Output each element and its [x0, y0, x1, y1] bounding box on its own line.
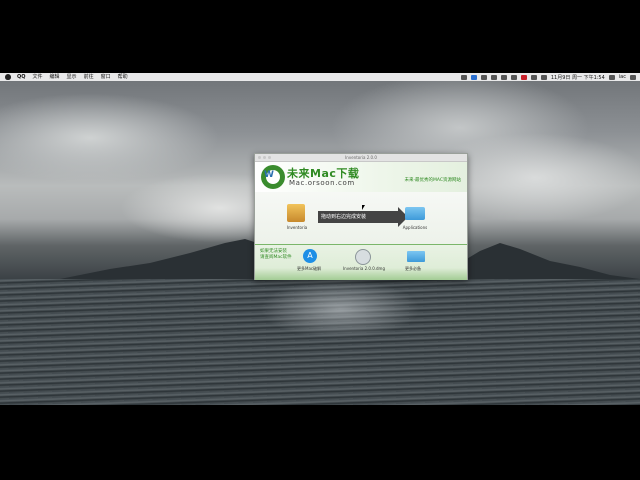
brand-url: Mac.orsoon.com [289, 179, 355, 187]
chat-icon[interactable] [490, 74, 497, 80]
menu-clock[interactable]: 11月9日 周一 下午1:54 [551, 74, 605, 81]
menu-app-name[interactable]: QQ [17, 73, 26, 81]
input-method-icon[interactable] [520, 74, 527, 80]
menu-user[interactable]: iac [619, 74, 626, 80]
window-title: Inventoria 2.0.0 [345, 155, 377, 160]
menu-file[interactable]: 文件 [33, 73, 43, 81]
sea [0, 279, 640, 405]
mouse-cursor-icon [362, 205, 365, 210]
zoom-button[interactable] [268, 156, 271, 159]
close-button[interactable] [258, 156, 261, 159]
menu-window[interactable]: 窗口 [101, 73, 111, 81]
desktop-folder-icon[interactable] [407, 251, 425, 262]
menu-edit[interactable]: 编辑 [50, 73, 60, 81]
logo-letter: W [264, 170, 274, 180]
menu-help[interactable]: 帮助 [118, 73, 128, 81]
install-hint: 如果无法安装 请查阅Mac软件 [260, 249, 292, 261]
cloud-shape [0, 93, 220, 183]
battery-icon[interactable] [540, 74, 547, 80]
drag-instruction: 拖动到右边完成安装 [321, 214, 367, 220]
status-area: 11月9日 周一 下午1:54 iac [460, 73, 636, 81]
search-icon[interactable] [608, 74, 615, 80]
brand-banner: W 未来Mac下载 Mac.orsoon.com 未来·最优秀的MAC资源网站 [255, 162, 467, 192]
app-package-label: Inventoria [286, 225, 308, 230]
disk-image-icon[interactable] [355, 249, 371, 265]
apple-menu-icon[interactable] [5, 74, 11, 80]
notification-center-icon[interactable] [630, 74, 636, 80]
menu-go[interactable]: 前往 [84, 73, 94, 81]
cloud-icon[interactable] [500, 74, 507, 80]
app-store-icon[interactable]: A [303, 249, 317, 263]
app-package-icon[interactable] [287, 204, 305, 222]
sea-glare [260, 279, 420, 339]
brand-tagline: 未来·最优秀的MAC资源网站 [404, 178, 461, 183]
bottom-panel: 如果无法安装 请查阅Mac软件 A 更多Mac破解 Inventoria 2.0… [255, 244, 467, 280]
hint-line-2: 请查阅Mac软件 [260, 255, 292, 260]
menu-view[interactable]: 显示 [67, 73, 77, 81]
menu-bar: QQ 文件 编辑 显示 前往 窗口 帮助 11月9日 周一 下午1:54 iac [0, 73, 640, 81]
applications-folder-icon[interactable] [405, 207, 425, 220]
window-titlebar[interactable]: Inventoria 2.0.0 [255, 154, 467, 162]
applications-folder-label: Applications [402, 225, 428, 230]
dmg-installer-window: Inventoria 2.0.0 W 未来Mac下载 Mac.orsoon.co… [254, 153, 468, 280]
decorative-grass [255, 268, 467, 280]
wifi-icon[interactable] [510, 74, 517, 80]
install-stage: Inventoria 拖动到右边完成安装 Applications [255, 192, 467, 244]
minimize-button[interactable] [263, 156, 266, 159]
window-controls [258, 156, 271, 159]
screen-record-icon[interactable] [460, 74, 467, 80]
volume-icon[interactable] [530, 74, 537, 80]
sync-icon[interactable] [480, 74, 487, 80]
app-status-icon[interactable] [470, 74, 477, 80]
